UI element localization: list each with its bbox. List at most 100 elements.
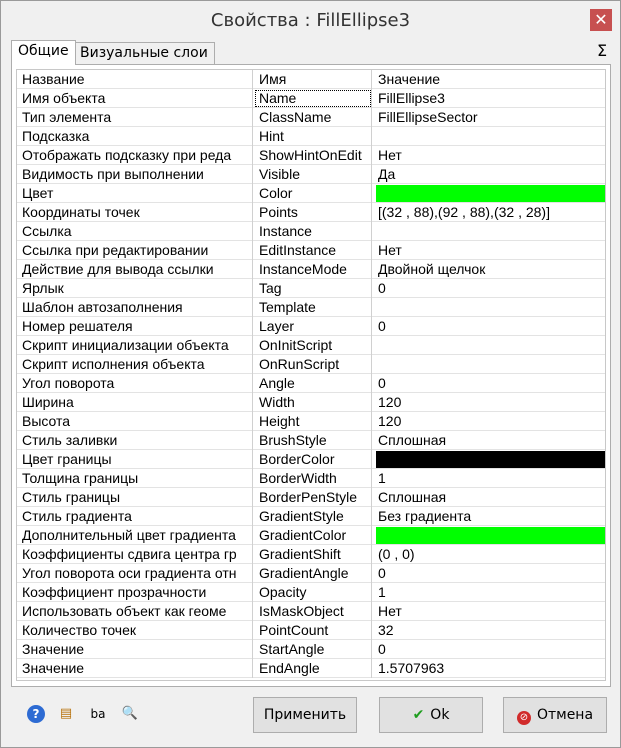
ok-button[interactable]: ✔ Ok [379, 697, 483, 733]
cancel-button[interactable]: ⊘ Отмена [503, 697, 607, 733]
property-name: Layer [254, 317, 372, 336]
property-value[interactable]: Без градиента [373, 507, 605, 526]
table-row[interactable]: Координаты точек Points [(32 , 88),(92 , 8… [17, 203, 605, 222]
color-swatch[interactable] [376, 527, 605, 544]
table-row[interactable]: Коэффициент прозрачности Opacity 1 [17, 583, 605, 602]
table-row[interactable]: Количество точек PointCount 32 [17, 621, 605, 640]
apply-button[interactable]: Применить [253, 697, 357, 733]
property-value[interactable]: 0 [373, 564, 605, 583]
property-label: Скрипт исполнения объекта [17, 355, 253, 374]
table-row[interactable]: Значение StartAngle 0 [17, 640, 605, 659]
table-row[interactable]: Использовать объект как геоме IsMaskObjec… [17, 602, 605, 621]
property-value[interactable] [373, 336, 605, 355]
header-label[interactable]: Название [17, 70, 253, 89]
property-grid[interactable]: Название Имя Значение Имя объекта Name Fil… [16, 69, 606, 681]
table-row[interactable]: Высота Height 120 [17, 412, 605, 431]
property-value[interactable]: 120 [373, 393, 605, 412]
table-row[interactable]: Стиль градиента GradientStyle Без градиент… [17, 507, 605, 526]
property-label: Толщина границы [17, 469, 253, 488]
table-row[interactable]: Видимость при выполнении Visible Да [17, 165, 605, 184]
table-row[interactable]: Скрипт исполнения объекта OnRunScript [17, 355, 605, 374]
table-row[interactable]: Имя объекта Name FillEllipse3 [17, 89, 605, 108]
property-name: Color [254, 184, 372, 203]
property-value[interactable] [373, 355, 605, 374]
tab-visual-layers[interactable]: Визуальные слои [73, 42, 215, 64]
sigma-icon[interactable]: Σ [593, 41, 611, 61]
property-name: Opacity [254, 583, 372, 602]
table-row[interactable]: Шаблон автозаполнения Template [17, 298, 605, 317]
search-icon[interactable]: 🔍 [121, 705, 139, 723]
table-row[interactable]: Ярлык Tag 0 [17, 279, 605, 298]
property-label: Угол поворота [17, 374, 253, 393]
property-value[interactable]: Да [373, 165, 605, 184]
table-row[interactable]: Стиль границы BorderPenStyle Сплошная [17, 488, 605, 507]
title-bar[interactable]: Свойства : FillEllipse3 ✕ [1, 1, 620, 39]
property-label: Стиль границы [17, 488, 253, 507]
table-row[interactable]: Номер решателя Layer 0 [17, 317, 605, 336]
property-name: Template [254, 298, 372, 317]
property-label: Тип элемента [17, 108, 253, 127]
property-value[interactable] [373, 298, 605, 317]
tab-general[interactable]: Общие [11, 40, 76, 65]
property-label: Использовать объект как геоме [17, 602, 253, 621]
property-value[interactable]: Сплошная [373, 431, 605, 450]
property-value[interactable]: 1.5707963 [373, 659, 605, 678]
grid-header: Название Имя Значение [17, 70, 605, 89]
help-icon[interactable]: ? [27, 705, 45, 723]
table-row[interactable]: Угол поворота Angle 0 [17, 374, 605, 393]
header-name[interactable]: Имя [254, 70, 372, 89]
property-value[interactable]: 1 [373, 469, 605, 488]
property-name: GradientAngle [254, 564, 372, 583]
table-row[interactable]: Цвет Color [17, 184, 605, 203]
table-row[interactable]: Ссылка Instance [17, 222, 605, 241]
property-name: Points [254, 203, 372, 222]
table-row[interactable]: Ссылка при редактировании EditInstance Нет [17, 241, 605, 260]
property-label: Дополнительный цвет градиента [17, 526, 253, 545]
property-value[interactable]: [(32 , 88),(92 , 88),(32 , 28)] [373, 203, 605, 222]
property-value[interactable]: Нет [373, 146, 605, 165]
table-row[interactable]: Ширина Width 120 [17, 393, 605, 412]
property-value[interactable]: 0 [373, 317, 605, 336]
table-row[interactable]: Скрипт инициализации объекта OnInitScript [17, 336, 605, 355]
property-value[interactable]: 1 [373, 583, 605, 602]
table-row[interactable]: Действие для вывода ссылки InstanceMode Дв… [17, 260, 605, 279]
table-row[interactable]: Цвет границы BorderColor [17, 450, 605, 469]
property-label: Значение [17, 640, 253, 659]
table-row[interactable]: Стиль заливки BrushStyle Сплошная [17, 431, 605, 450]
property-value[interactable] [373, 222, 605, 241]
property-label: Значение [17, 659, 253, 678]
table-row[interactable]: Значение EndAngle 1.5707963 [17, 659, 605, 678]
color-swatch[interactable] [376, 451, 605, 468]
table-row[interactable]: Коэффициенты сдвига центра гр GradientShi… [17, 545, 605, 564]
property-value[interactable]: Нет [373, 602, 605, 621]
header-value[interactable]: Значение [373, 70, 605, 89]
property-value[interactable]: 0 [373, 374, 605, 393]
property-name: InstanceMode [254, 260, 372, 279]
property-value[interactable]: 120 [373, 412, 605, 431]
color-swatch[interactable] [376, 185, 605, 202]
table-row[interactable]: Подсказка Hint [17, 127, 605, 146]
grid-edit-icon[interactable]: ▤ [57, 705, 75, 723]
property-value[interactable]: 0 [373, 640, 605, 659]
property-name: BorderPenStyle [254, 488, 372, 507]
property-label: Ссылка при редактировании [17, 241, 253, 260]
table-row[interactable]: Тип элемента ClassName FillEllipseSector [17, 108, 605, 127]
property-value[interactable]: FillEllipse3 [373, 89, 605, 108]
sort-icon[interactable]: ba [89, 705, 107, 723]
property-name: BorderWidth [254, 469, 372, 488]
table-row[interactable]: Угол поворота оси градиента отн GradientA… [17, 564, 605, 583]
table-row[interactable]: Отображать подсказку при реда ShowHintOnE… [17, 146, 605, 165]
property-value[interactable]: 0 [373, 279, 605, 298]
property-value[interactable] [373, 127, 605, 146]
property-value[interactable]: 32 [373, 621, 605, 640]
close-button[interactable]: ✕ [590, 9, 612, 31]
table-row[interactable]: Дополнительный цвет градиента GradientCol… [17, 526, 605, 545]
property-value[interactable]: Нет [373, 241, 605, 260]
property-name: OnRunScript [254, 355, 372, 374]
table-row[interactable]: Толщина границы BorderWidth 1 [17, 469, 605, 488]
property-value[interactable]: Двойной щелчок [373, 260, 605, 279]
property-value[interactable]: Сплошная [373, 488, 605, 507]
property-label: Коэффициент прозрачности [17, 583, 253, 602]
property-value[interactable]: (0 , 0) [373, 545, 605, 564]
property-value[interactable]: FillEllipseSector [373, 108, 605, 127]
